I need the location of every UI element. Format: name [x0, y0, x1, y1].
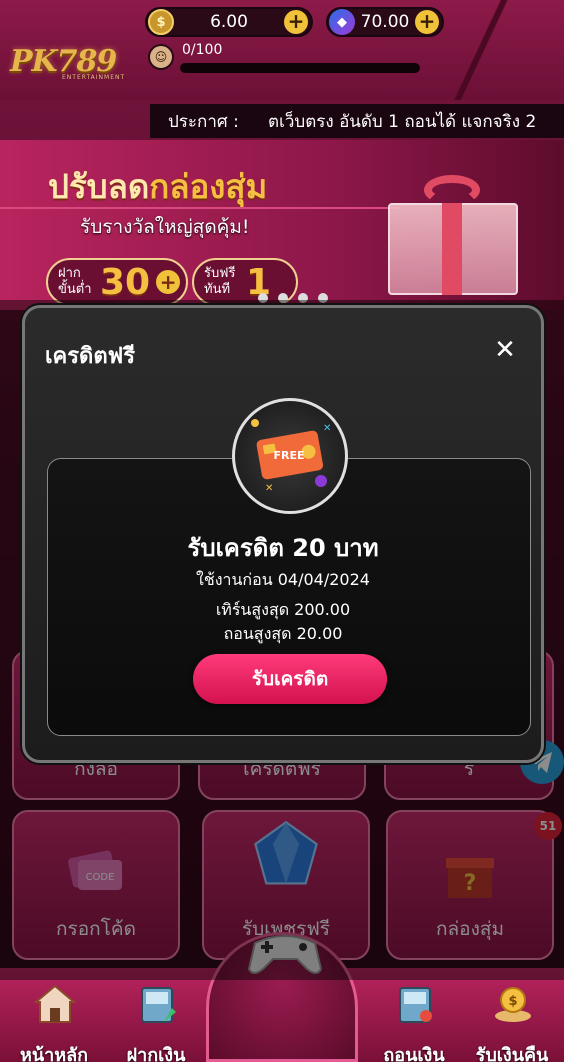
withdraw-icon: [399, 987, 432, 1023]
exp-progress-text: 0/100: [182, 42, 223, 58]
plus-icon: +: [156, 270, 181, 294]
app-root: PK789 ENTERTAINMENT $ 6.00 + ◆ 70.00 + ☺…: [0, 0, 564, 1062]
deposit-icon: [141, 987, 176, 1023]
brand-logo-subtitle: ENTERTAINMENT: [62, 74, 126, 81]
svg-text:✕: ✕: [323, 423, 331, 434]
home-icon: [33, 984, 77, 1023]
free-credit-modal: เครดิตฟรี ✕ FREE ✕ ✕ รับเครดิต 20 บาท ใช…: [22, 305, 544, 763]
credit-max-turnover: เทิร์นสูงสุด 200.00: [215, 600, 351, 619]
banner-divider: [0, 207, 400, 209]
nav-withdraw-label: ถอนเงิน: [383, 1045, 445, 1062]
coin-icon: $: [148, 9, 174, 35]
avatar[interactable]: ☺: [148, 44, 174, 70]
nav-cashback-label: รับเงินคืน: [475, 1045, 549, 1062]
add-gem-button[interactable]: +: [415, 10, 439, 34]
claim-credit-button[interactable]: รับเครดิต: [193, 654, 387, 704]
announcement-label: ประกาศ :: [168, 111, 239, 132]
credit-max-withdraw: ถอนสูงสุด 20.00: [223, 624, 343, 643]
cashback-icon: $: [495, 987, 531, 1022]
svg-text:$: $: [508, 994, 517, 1009]
gem-balance-pill: ◆ 70.00 +: [326, 7, 444, 37]
nav-home[interactable]: หน้าหลัก: [4, 968, 104, 1062]
announcement-text: ตเว็บตรง อันดับ 1 ถอนได้ แจกจริง 2: [268, 111, 537, 132]
nav-withdraw[interactable]: ถอนเงิน: [364, 968, 464, 1062]
nav-deposit-label: ฝากเงิน: [126, 1045, 186, 1062]
header-decoration: [450, 0, 564, 100]
nav-cashback[interactable]: $ รับเงินคืน: [462, 968, 562, 1062]
coin-balance-value: 6.00: [210, 12, 248, 32]
free-card-icon: FREE ✕ ✕: [232, 398, 348, 514]
nav-home-label: หน้าหลัก: [19, 1045, 89, 1062]
credit-expiry: ใช้งานก่อน 04/04/2024: [196, 570, 370, 589]
gift-box-icon: [380, 175, 528, 295]
coin-balance-pill: $ 6.00 +: [145, 7, 313, 37]
card-icon-text: FREE: [273, 449, 304, 462]
nav-deposit[interactable]: ฝากเงิน: [106, 968, 206, 1062]
banner-title: ปรับลดกล่องสุ่ม: [48, 160, 267, 213]
gem-icon: ◆: [329, 9, 355, 35]
exp-progress-bar: [180, 63, 420, 73]
promo-deposit-badge: ฝาก ขั้นต่ำ 30 +: [46, 258, 188, 306]
promo-free-caption: รับฟรี ทันที: [204, 266, 236, 297]
svg-text:✕: ✕: [265, 483, 273, 494]
add-coin-button[interactable]: +: [284, 10, 308, 34]
announcement-bar: ประกาศ : ตเว็บตรง อันดับ 1 ถอนได้ แจกจริ…: [150, 104, 564, 138]
close-icon[interactable]: ✕: [491, 336, 519, 364]
banner-title-part1: ปรับลด: [48, 167, 150, 206]
banner-title-part2: กล่องสุ่ม: [149, 167, 268, 206]
modal-title: เครดิตฟรี: [45, 344, 136, 369]
promo-deposit-caption: ฝาก ขั้นต่ำ: [58, 266, 92, 297]
credit-amount-title: รับเครดิต 20 บาท: [187, 534, 379, 562]
gem-balance-value: 70.00: [360, 12, 410, 32]
banner-subtitle: รับรางวัลใหญ่สุดคุ้ม!: [80, 216, 250, 238]
promo-deposit-amount: 30: [100, 261, 151, 303]
